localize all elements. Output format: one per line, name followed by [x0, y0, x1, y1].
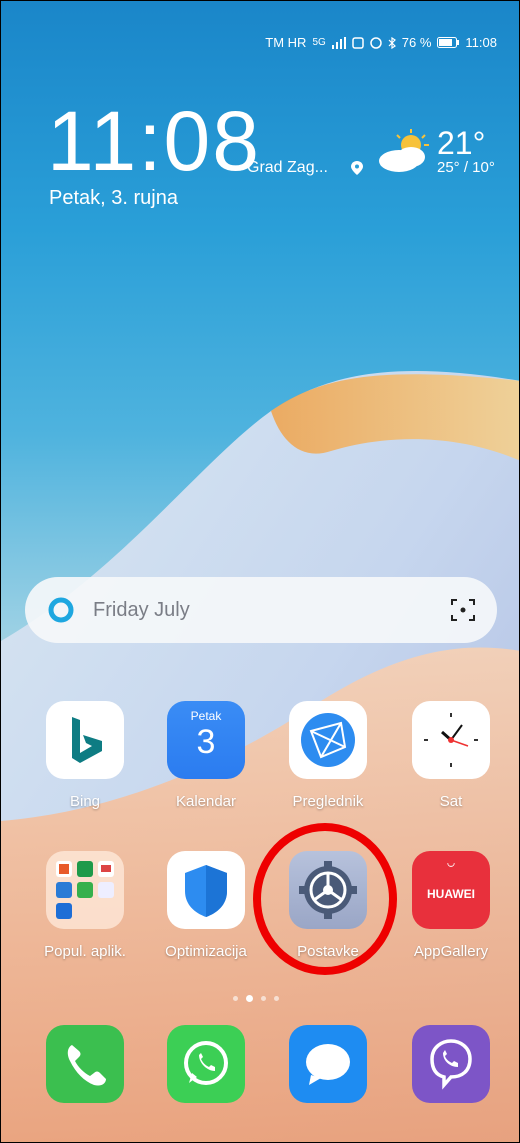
search-bar[interactable]: Friday July — [25, 577, 497, 643]
status-bar: TM HR 5G 76 % 11:08 — [265, 35, 497, 50]
app-sat[interactable]: Sat — [401, 701, 501, 810]
app-label: Optimizacija — [165, 943, 247, 960]
page-indicator[interactable] — [233, 995, 279, 1002]
phone-icon[interactable] — [46, 1025, 124, 1103]
page-dot[interactable] — [261, 996, 266, 1001]
carrier-label: TM HR — [265, 35, 307, 50]
search-icon — [48, 597, 74, 623]
dock-viber[interactable] — [401, 1025, 501, 1103]
app-label: AppGallery — [413, 943, 489, 960]
nfc-icon — [352, 36, 364, 49]
dock-whatsapp[interactable] — [156, 1025, 256, 1103]
dock-phone[interactable] — [35, 1025, 135, 1103]
calendar-number: 3 — [196, 723, 216, 761]
alarm-icon — [370, 36, 382, 49]
bluetooth-icon — [388, 36, 396, 49]
app-preglednik[interactable]: Preglednik — [278, 701, 378, 810]
appgallery-icon[interactable]: HUAWEI — [412, 851, 490, 929]
calendar-day: Petak — [190, 709, 222, 723]
calendar-icon[interactable]: Petak 3 — [167, 701, 245, 779]
app-label: Sat — [439, 793, 463, 810]
battery-icon — [437, 37, 460, 48]
clock-time[interactable]: 11:08 — [47, 99, 261, 183]
page-dot[interactable] — [233, 996, 238, 1001]
page-dot[interactable] — [274, 996, 279, 1001]
page-dot-active[interactable] — [246, 995, 253, 1002]
clock-city[interactable]: Grad Zag... — [247, 159, 328, 177]
network-type: 5G — [312, 37, 326, 48]
app-bing[interactable]: Bing — [35, 701, 135, 810]
huawei-brand: HUAWEI — [427, 887, 475, 901]
whatsapp-icon[interactable] — [167, 1025, 245, 1103]
clock-icon[interactable] — [412, 701, 490, 779]
bing-icon[interactable] — [46, 701, 124, 779]
status-time: 11:08 — [465, 35, 497, 50]
messages-icon[interactable] — [289, 1025, 367, 1103]
app-appgallery[interactable]: HUAWEI AppGallery — [401, 851, 501, 960]
location-pin-icon — [351, 161, 363, 175]
highlight-circle — [253, 823, 397, 975]
browser-icon[interactable] — [289, 701, 367, 779]
signal-icon — [331, 36, 346, 49]
app-label: Kalendar — [175, 793, 237, 810]
weather-temp[interactable]: 21° — [437, 125, 485, 162]
scan-icon[interactable] — [449, 596, 477, 624]
battery-percent: 76 % — [401, 35, 432, 50]
shield-icon[interactable] — [167, 851, 245, 929]
app-label: Popul. aplik. — [44, 943, 126, 960]
folder-icon[interactable] — [46, 851, 124, 929]
dock-messages[interactable] — [278, 1025, 378, 1103]
search-suggestion[interactable]: Friday July — [93, 599, 190, 622]
partly-cloudy-icon[interactable] — [377, 127, 433, 175]
app-label: Bing — [69, 793, 101, 810]
clock-date[interactable]: Petak, 3. rujna — [49, 187, 178, 210]
app-label: Preglednik — [292, 793, 364, 810]
home-screen: TM HR 5G 76 % 11:08 11:08 Grad Zag... Pe… — [0, 0, 520, 1143]
weather-range: 25° / 10° — [437, 159, 495, 176]
viber-icon[interactable] — [412, 1025, 490, 1103]
app-optimizacija[interactable]: Optimizacija — [156, 851, 256, 960]
folder-popular-apps[interactable]: Popul. aplik. — [35, 851, 135, 960]
app-kalendar[interactable]: Petak 3 Kalendar — [156, 701, 256, 810]
